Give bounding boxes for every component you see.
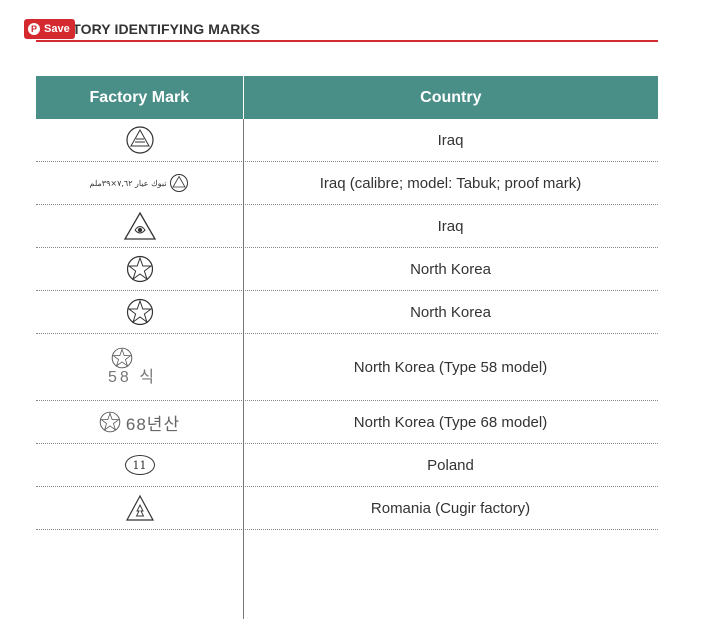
poland-mark-text: 11 — [132, 458, 147, 472]
iraq-factory-mark-icon — [125, 126, 154, 154]
table-row: North Korea — [36, 248, 658, 291]
header-factory-mark: Factory Mark — [36, 76, 244, 119]
type58-mark-text: 58 식 — [108, 369, 157, 386]
table-row: 58 식 North Korea (Type 58 model) — [36, 334, 658, 401]
factory-mark-cell: 58 식 — [36, 334, 243, 400]
pinterest-icon: P — [28, 23, 40, 35]
country-cell: North Korea — [410, 260, 491, 278]
north-korea-star-mark-icon — [126, 298, 153, 326]
factory-marks-table: Factory Mark Country Iraq تبوك عيار ٧,٦٢… — [36, 76, 658, 619]
table-header: Factory Mark Country — [36, 76, 658, 119]
north-korea-type68-mark-icon — [99, 411, 121, 433]
table-row: 68년산 North Korea (Type 68 model) — [36, 401, 658, 444]
iraq-triangle-mark-icon — [123, 211, 156, 240]
country-cell: Poland — [427, 456, 474, 474]
table-row: تبوك عيار ٧,٦٢×٣٩ملم Iraq (calibre; mode… — [36, 162, 658, 205]
country-cell: Iraq (calibre; model: Tabuk; proof mark) — [319, 174, 582, 192]
country-cell: Iraq — [437, 131, 464, 149]
factory-mark-cell — [36, 291, 243, 333]
column-divider — [243, 119, 244, 619]
table-row: Iraq — [36, 205, 658, 248]
poland-oval-11-mark-icon: 11 — [124, 455, 155, 475]
save-button[interactable]: P Save — [24, 19, 75, 39]
north-korea-type58-mark-icon — [111, 347, 133, 369]
table-row: Romania (Cugir factory) — [36, 487, 658, 530]
section-heading: CTORY IDENTIFYING MARKS — [62, 21, 261, 37]
header-country: Country — [420, 88, 482, 106]
country-cell: Iraq — [437, 217, 464, 235]
factory-mark-cell — [36, 119, 243, 161]
factory-mark-cell — [36, 205, 243, 247]
factory-mark-cell — [36, 248, 243, 290]
proof-mark-text: تبوك عيار ٧,٦٢×٣٩ملم — [89, 178, 167, 188]
factory-mark-cell: تبوك عيار ٧,٦٢×٣٩ملم — [36, 162, 243, 204]
country-cell: North Korea (Type 68 model) — [353, 413, 548, 431]
table-body: Iraq تبوك عيار ٧,٦٢×٣٩ملم Iraq (calibre;… — [36, 119, 658, 619]
country-cell: Romania (Cugir factory) — [370, 499, 531, 517]
table-row: North Korea — [36, 291, 658, 334]
save-button-label: Save — [44, 23, 70, 35]
factory-mark-cell — [36, 487, 243, 529]
table-row: Iraq — [36, 119, 658, 162]
factory-mark-cell: 68년산 — [36, 401, 243, 443]
north-korea-star-mark-icon — [126, 255, 153, 283]
country-cell: North Korea — [410, 303, 491, 321]
romania-cugir-mark-icon — [125, 494, 154, 521]
country-cell: North Korea (Type 58 model) — [353, 358, 548, 376]
factory-mark-cell: 11 — [36, 444, 243, 486]
heading-divider — [36, 40, 658, 42]
table-row: 11 Poland — [36, 444, 658, 487]
iraq-tabuk-proof-mark-icon — [170, 174, 189, 192]
type68-mark-text: 68년산 — [125, 414, 181, 434]
